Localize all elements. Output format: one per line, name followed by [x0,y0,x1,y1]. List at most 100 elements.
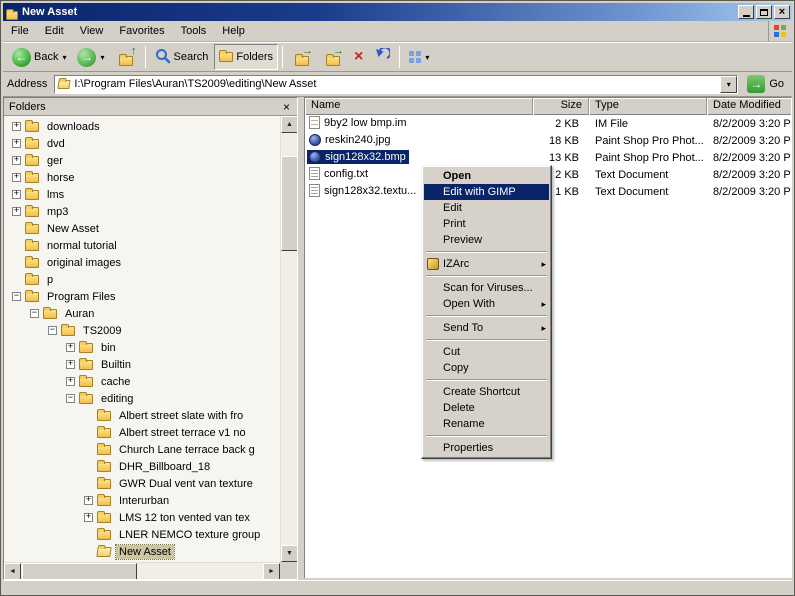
scroll-right-icon[interactable]: ► [263,563,280,580]
file-row-9by2-low-bmp-im[interactable]: 9by2 low bmp.im2 KBIM File8/2/2009 3:20 … [305,115,791,132]
context-rename[interactable]: Rename [424,416,549,432]
tree-item-ts2009[interactable]: −TS2009 [4,322,280,339]
forward-dropdown-icon[interactable]: ▾ [100,53,104,62]
tree-item-interurban[interactable]: +Interurban [4,492,280,509]
context-delete[interactable]: Delete [424,400,549,416]
tree-vertical-scrollbar[interactable]: ▲ ▼ [280,116,297,562]
tree-item-new-asset[interactable]: New Asset [4,220,280,237]
column-header-name[interactable]: Name [305,98,533,115]
expand-icon[interactable]: + [12,190,21,199]
context-edit-with-gimp[interactable]: Edit with GIMP [424,184,549,200]
column-header-size[interactable]: Size [533,98,589,115]
menu-help[interactable]: Help [214,23,253,39]
tree-item-original-images[interactable]: original images [4,254,280,271]
tree-item-dhr-billboard-18[interactable]: DHR_Billboard_18 [4,458,280,475]
tree-item-lner-nemco-texture-group[interactable]: LNER NEMCO texture group [4,526,280,543]
tree-item-builtin[interactable]: +Builtin [4,356,280,373]
address-dropdown-button[interactable]: ▾ [720,76,737,93]
column-header-type[interactable]: Type [589,98,707,115]
tree-item-church-lane-terrace-back-g[interactable]: Church Lane terrace back g [4,441,280,458]
tree-item-program-files[interactable]: −Program Files [4,288,280,305]
tree-item-mp3[interactable]: +mp3 [4,203,280,220]
tree-item-lms[interactable]: +lms [4,186,280,203]
context-izarc[interactable]: IZArc▸ [424,256,549,272]
tree-item-horse[interactable]: +horse [4,169,280,186]
tree-item-ger[interactable]: +ger [4,152,280,169]
tree-item-albert-street-slate-with-fro[interactable]: Albert street slate with fro [4,407,280,424]
file-row-reskin240-jpg[interactable]: reskin240.jpg18 KBPaint Shop Pro Phot...… [305,132,791,149]
vertical-scrollbar-thumb[interactable] [281,156,298,251]
title-bar[interactable]: New Asset × [3,3,792,21]
delete-button[interactable]: × [349,44,368,70]
tree-item-cache[interactable]: +cache [4,373,280,390]
expand-icon[interactable]: + [12,173,21,182]
tree-item-gwr-dual-vent-van-texture[interactable]: GWR Dual vent van texture [4,475,280,492]
address-input[interactable]: I:\Program Files\Auran\TS2009\editing\Ne… [54,75,738,94]
move-to-button[interactable]: → [287,44,317,70]
file-row-sign128x32-bmp[interactable]: sign128x32.bmp13 KBPaint Shop Pro Phot..… [305,149,791,166]
undo-button[interactable] [369,44,395,70]
tree-item-editing[interactable]: −editing [4,390,280,407]
views-dropdown-icon[interactable]: ▾ [425,53,429,62]
context-properties[interactable]: Properties [424,440,549,456]
back-dropdown-icon[interactable]: ▾ [62,53,66,62]
menu-favorites[interactable]: Favorites [111,23,172,39]
tree-item-lms-12-ton-vented-van-tex[interactable]: +LMS 12 ton vented van tex [4,509,280,526]
maximize-button[interactable] [756,5,772,19]
context-open[interactable]: Open [424,168,549,184]
forward-button[interactable]: → ▾ [72,44,109,70]
expand-icon[interactable]: + [84,513,93,522]
tree-item-auran[interactable]: −Auran [4,305,280,322]
context-create-shortcut[interactable]: Create Shortcut [424,384,549,400]
close-button[interactable]: × [774,5,790,19]
scroll-left-icon[interactable]: ◄ [4,563,21,580]
tree-item-bin[interactable]: +bin [4,339,280,356]
folder-icon [97,462,111,472]
context-send-to[interactable]: Send To▸ [424,320,549,336]
column-header-date-modified[interactable]: Date Modified [707,98,791,115]
copy-to-button[interactable]: → [318,44,348,70]
tree-item-p[interactable]: p [4,271,280,288]
context-scan-for-viruses[interactable]: Scan for Viruses... [424,280,549,296]
collapse-icon[interactable]: − [12,292,21,301]
tree-item-normal-tutorial[interactable]: normal tutorial [4,237,280,254]
tree-horizontal-scrollbar[interactable]: ◄ ► [4,562,280,579]
menu-view[interactable]: View [72,23,112,39]
menu-file[interactable]: File [3,23,37,39]
expand-icon[interactable]: + [66,343,75,352]
folders-panel-close-button[interactable]: × [281,101,292,113]
expand-icon[interactable]: + [12,207,21,216]
context-copy[interactable]: Copy [424,360,549,376]
expand-icon[interactable]: + [84,496,93,505]
context-edit[interactable]: Edit [424,200,549,216]
collapse-icon[interactable]: − [66,394,75,403]
collapse-icon[interactable]: − [48,326,57,335]
expand-icon[interactable]: + [66,360,75,369]
back-button[interactable]: ← Back ▾ [7,44,71,70]
context-print[interactable]: Print [424,216,549,232]
go-button[interactable]: → Go [743,72,788,96]
tree-item-albert-street-terrace-v1-no[interactable]: Albert street terrace v1 no [4,424,280,441]
scroll-up-icon[interactable]: ▲ [281,116,298,133]
horizontal-scrollbar-thumb[interactable] [22,563,137,580]
minimize-button[interactable] [738,5,754,19]
expand-icon[interactable]: + [12,156,21,165]
menu-tools[interactable]: Tools [173,23,215,39]
tree-item-dvd[interactable]: +dvd [4,135,280,152]
expand-icon[interactable]: + [66,377,75,386]
expand-icon[interactable]: + [12,139,21,148]
column-headers: NameSizeTypeDate Modified [305,98,791,115]
search-button[interactable]: Search [150,44,214,70]
collapse-icon[interactable]: − [30,309,39,318]
folders-button[interactable]: Folders [214,44,278,70]
context-preview[interactable]: Preview [424,232,549,248]
scroll-down-icon[interactable]: ▼ [281,545,298,562]
context-open-with[interactable]: Open With▸ [424,296,549,312]
tree-item-downloads[interactable]: +downloads [4,118,280,135]
tree-item-new-asset[interactable]: New Asset [4,543,280,560]
views-button[interactable]: ▾ [404,44,434,70]
context-cut[interactable]: Cut [424,344,549,360]
menu-edit[interactable]: Edit [37,23,72,39]
expand-icon[interactable]: + [12,122,21,131]
up-button[interactable]: ↑ [111,44,141,70]
